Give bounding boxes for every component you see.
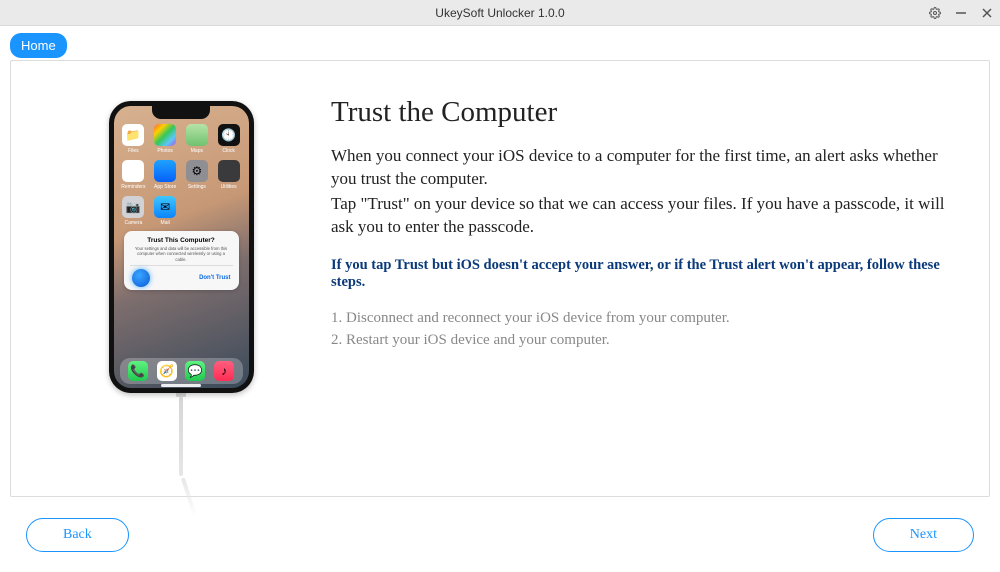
app-appstore-icon bbox=[154, 160, 176, 182]
instruction-column: Trust the Computer When you connect your… bbox=[301, 91, 949, 476]
phone-illustration-column: 📁Files Photos Maps 🕙Clock Reminders App … bbox=[61, 91, 301, 476]
phone-home-grid: 📁Files Photos Maps 🕙Clock Reminders App … bbox=[114, 120, 249, 230]
back-button[interactable]: Back bbox=[26, 518, 129, 552]
step-1: 1. Disconnect and reconnect your iOS dev… bbox=[331, 307, 949, 330]
titlebar: UkeySoft Unlocker 1.0.0 bbox=[0, 0, 1000, 26]
dialog-title: Trust This Computer? bbox=[147, 237, 215, 244]
next-button[interactable]: Next bbox=[873, 518, 974, 552]
troubleshoot-note: If you tap Trust but iOS doesn't accept … bbox=[331, 257, 949, 291]
instruction-para-2: Tap "Trust" on your device so that we ca… bbox=[331, 193, 949, 239]
dock-safari-icon: 🧭 bbox=[157, 361, 177, 381]
settings-icon[interactable] bbox=[926, 4, 944, 22]
app-files-icon: 📁 bbox=[122, 124, 144, 146]
dock-messages-icon: 💬 bbox=[185, 361, 205, 381]
footer-bar: Back Next bbox=[10, 510, 990, 560]
phone-trust-dialog: Trust This Computer? Your settings and d… bbox=[124, 231, 239, 290]
app-utilities-icon bbox=[218, 160, 240, 182]
phone-dock: 📞 🧭 💬 ♪ bbox=[120, 358, 243, 384]
home-button[interactable]: Home bbox=[10, 33, 67, 58]
dialog-body: Your settings and data will be accessibl… bbox=[130, 246, 233, 262]
dock-music-icon: ♪ bbox=[214, 361, 234, 381]
window-title: UkeySoft Unlocker 1.0.0 bbox=[435, 6, 564, 20]
phone-mock: 📁Files Photos Maps 🕙Clock Reminders App … bbox=[109, 101, 254, 393]
window-controls bbox=[926, 0, 996, 26]
app-photos-icon bbox=[154, 124, 176, 146]
close-icon[interactable] bbox=[978, 4, 996, 22]
page-heading: Trust the Computer bbox=[331, 96, 949, 129]
content-panel: 📁Files Photos Maps 🕙Clock Reminders App … bbox=[10, 60, 990, 497]
app-settings-icon: ⚙ bbox=[186, 160, 208, 182]
app-mail-icon: ✉ bbox=[154, 196, 176, 218]
app-clock-icon: 🕙 bbox=[218, 124, 240, 146]
app-camera-icon: 📷 bbox=[122, 196, 144, 218]
minimize-icon[interactable] bbox=[952, 4, 970, 22]
step-2: 2. Restart your iOS device and your comp… bbox=[331, 329, 949, 352]
dialog-trust-fingerprint-icon bbox=[132, 269, 150, 287]
cable-wire bbox=[179, 397, 183, 476]
app-maps-icon bbox=[186, 124, 208, 146]
instruction-para-1: When you connect your iOS device to a co… bbox=[331, 145, 949, 191]
app-reminders-icon bbox=[122, 160, 144, 182]
dock-phone-icon: 📞 bbox=[128, 361, 148, 381]
dialog-dont-trust: Don't Trust bbox=[199, 275, 230, 281]
